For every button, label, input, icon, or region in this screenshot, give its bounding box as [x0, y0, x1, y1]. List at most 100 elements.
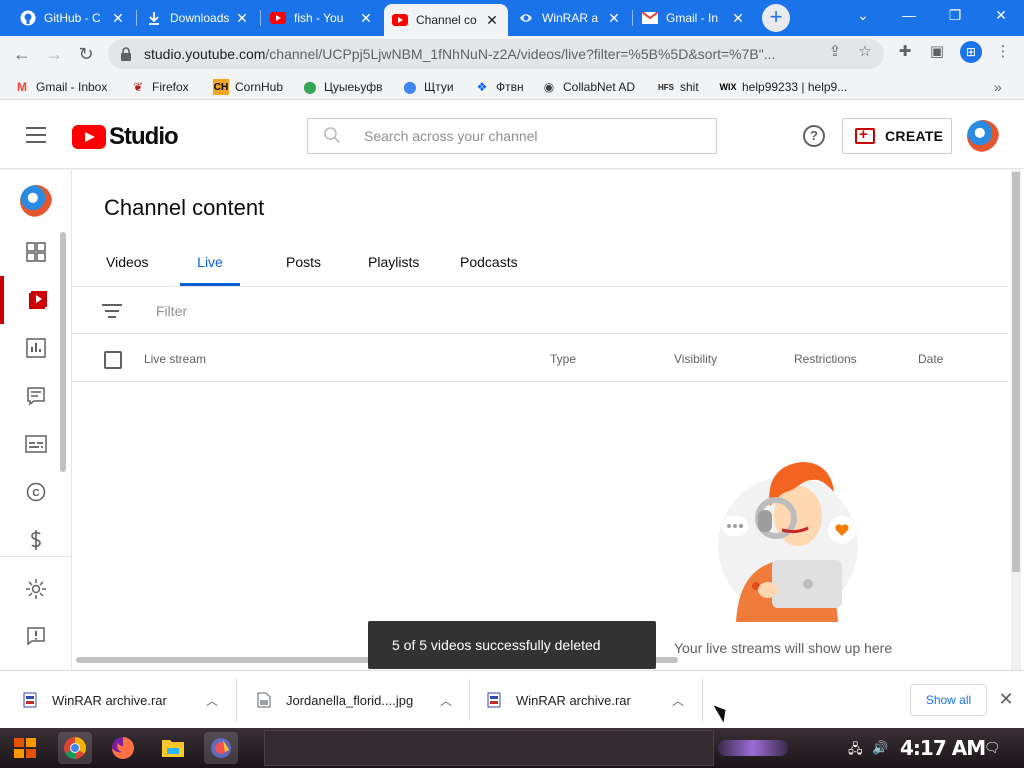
- download-item[interactable]: Jordanella_florid....jpg: [256, 671, 413, 729]
- column-visibility[interactable]: Visibility: [674, 352, 717, 366]
- scrollbar-thumb[interactable]: [1012, 172, 1020, 572]
- nav-settings-gear-icon[interactable]: [0, 565, 72, 613]
- download-item[interactable]: WinRAR archive.rar: [22, 671, 167, 729]
- image-file-icon: [256, 692, 272, 708]
- volume-icon[interactable]: 🔊: [872, 740, 888, 756]
- bookmarks-overflow-icon[interactable]: »: [994, 78, 1002, 96]
- close-window-button[interactable]: ✕: [978, 0, 1024, 30]
- bookmark-shit[interactable]: HFS shit: [658, 78, 699, 96]
- profile-icon[interactable]: ⊞: [960, 41, 982, 63]
- taskbar-clock[interactable]: 4:17 AM: [900, 736, 986, 760]
- column-type[interactable]: Type: [550, 352, 576, 366]
- reload-icon[interactable]: ↻: [72, 40, 100, 68]
- address-bar[interactable]: studio.youtube.com/channel/UCPpj5LjwNBM_…: [108, 39, 884, 69]
- bookmark-dropbox[interactable]: ❖ Фтвн: [474, 78, 524, 96]
- search-input[interactable]: [364, 128, 704, 144]
- network-icon[interactable]: 🖧: [848, 740, 863, 762]
- back-icon[interactable]: ←: [8, 40, 36, 68]
- select-all-checkbox[interactable]: [104, 351, 122, 369]
- tab-podcasts[interactable]: Podcasts: [446, 242, 532, 286]
- close-tab-icon[interactable]: ✕: [358, 10, 374, 26]
- studio-header: Studio ? CREATE: [0, 101, 1024, 169]
- taskbar-media-widget[interactable]: [718, 740, 788, 756]
- help-icon[interactable]: ?: [803, 125, 825, 147]
- close-tab-icon[interactable]: ✕: [234, 10, 250, 26]
- bookmark-maps-2[interactable]: ⬤ Щтуи: [402, 78, 453, 96]
- download-menu-chevron-icon[interactable]: ︿: [206, 671, 218, 729]
- download-item[interactable]: WinRAR archive.rar: [486, 671, 631, 729]
- filter-icon[interactable]: [102, 304, 122, 318]
- tab-search-icon[interactable]: ⌄: [840, 0, 886, 30]
- tab-divider: [632, 10, 633, 26]
- extensions-icon[interactable]: ✚: [896, 43, 914, 61]
- bookmark-label: Фтвн: [496, 80, 524, 94]
- table-header: Live stream Type Visibility Restrictions…: [72, 335, 1008, 382]
- menu-kebab-icon[interactable]: ⋮: [994, 43, 1012, 61]
- maps-pin-icon: ⬤: [303, 80, 317, 94]
- youtube-studio-logo[interactable]: Studio: [72, 123, 179, 151]
- nav-copyright-icon[interactable]: C: [0, 468, 72, 516]
- bookmark-star-icon[interactable]: ☆: [856, 43, 874, 61]
- close-tab-icon[interactable]: ✕: [484, 12, 500, 28]
- firefox-taskbar-icon[interactable]: [106, 732, 140, 764]
- main-vertical-scrollbar[interactable]: [1011, 170, 1021, 670]
- filter-bar[interactable]: Filter: [72, 287, 1008, 334]
- bookmark-label: help99233 | help9...: [742, 80, 848, 94]
- avatar[interactable]: [967, 120, 999, 152]
- column-live-stream[interactable]: Live stream: [144, 352, 206, 366]
- bookmark-wix[interactable]: WIX help99233 | help9...: [720, 78, 848, 96]
- action-center-icon[interactable]: 🗨: [984, 740, 1001, 756]
- tab-playlists[interactable]: Playlists: [354, 242, 433, 286]
- tab-channel-content[interactable]: Channel co ✕: [384, 4, 508, 36]
- start-button-icon[interactable]: [8, 732, 42, 764]
- bookmark-cornhub[interactable]: CH CornHub: [213, 78, 283, 96]
- tab-title: WinRAR a: [542, 11, 599, 25]
- bookmark-label: Gmail - Inbox: [36, 80, 108, 94]
- channel-search[interactable]: [307, 118, 717, 154]
- tab-github[interactable]: GitHub - C ✕: [12, 4, 134, 32]
- create-button[interactable]: CREATE: [842, 118, 952, 154]
- column-restrictions[interactable]: Restrictions: [794, 352, 857, 366]
- tab-title: GitHub - C: [44, 11, 101, 25]
- channel-avatar[interactable]: [20, 185, 52, 217]
- tab-posts[interactable]: Posts: [272, 242, 335, 286]
- file-explorer-taskbar-icon[interactable]: [156, 732, 190, 764]
- close-downloads-icon[interactable]: ✕: [996, 689, 1016, 709]
- page-title: Channel content: [104, 195, 265, 220]
- taskbar-window-thumbnail[interactable]: [264, 730, 714, 766]
- bookmark-gmail[interactable]: M Gmail - Inbox: [14, 78, 107, 96]
- side-panel-icon[interactable]: ▣: [928, 43, 946, 61]
- browser-tab-strip: GitHub - C ✕ Downloads ✕ fish - You ✕ Ch…: [0, 0, 1024, 36]
- download-menu-chevron-icon[interactable]: ︿: [440, 671, 452, 729]
- paint-taskbar-icon[interactable]: [204, 732, 238, 764]
- tab-winrar[interactable]: WinRAR a ✕: [510, 4, 630, 32]
- share-icon[interactable]: ⇪: [826, 43, 844, 61]
- tab-videos[interactable]: Videos: [92, 242, 163, 286]
- new-tab-button[interactable]: +: [762, 4, 790, 32]
- bookmark-maps-1[interactable]: ⬤ Цуыеьуфв: [302, 78, 382, 96]
- bookmark-collabnet[interactable]: ◉ CollabNet AD: [541, 78, 635, 96]
- close-tab-icon[interactable]: ✕: [606, 10, 622, 26]
- download-menu-chevron-icon[interactable]: ︿: [672, 671, 684, 729]
- chrome-taskbar-icon[interactable]: [58, 732, 92, 764]
- bookmark-firefox[interactable]: ❦ Firefox: [130, 78, 189, 96]
- tab-downloads[interactable]: Downloads ✕: [138, 4, 258, 32]
- close-tab-icon[interactable]: ✕: [730, 10, 746, 26]
- youtube-icon: [270, 10, 286, 26]
- download-divider: [236, 679, 237, 721]
- downloads-bar: WinRAR archive.rar ︿ Jordanella_florid..…: [0, 670, 1024, 728]
- rail-scrollbar[interactable]: [60, 232, 66, 472]
- dropbox-icon: ❖: [476, 80, 488, 94]
- minimize-button[interactable]: —: [886, 0, 932, 30]
- tab-gmail[interactable]: Gmail - In ✕: [634, 4, 754, 32]
- winrar-file-icon: [22, 692, 38, 708]
- show-all-downloads-button[interactable]: Show all: [910, 684, 987, 716]
- forward-icon[interactable]: →: [40, 40, 68, 68]
- close-tab-icon[interactable]: ✕: [110, 10, 126, 26]
- hamburger-menu-icon[interactable]: [26, 127, 46, 143]
- tab-live[interactable]: Live: [180, 242, 240, 286]
- nav-feedback-icon[interactable]: [0, 612, 72, 660]
- column-date[interactable]: Date: [918, 352, 943, 366]
- tab-youtube-fish[interactable]: fish - You ✕: [262, 4, 382, 32]
- restore-button[interactable]: ❐: [932, 0, 978, 30]
